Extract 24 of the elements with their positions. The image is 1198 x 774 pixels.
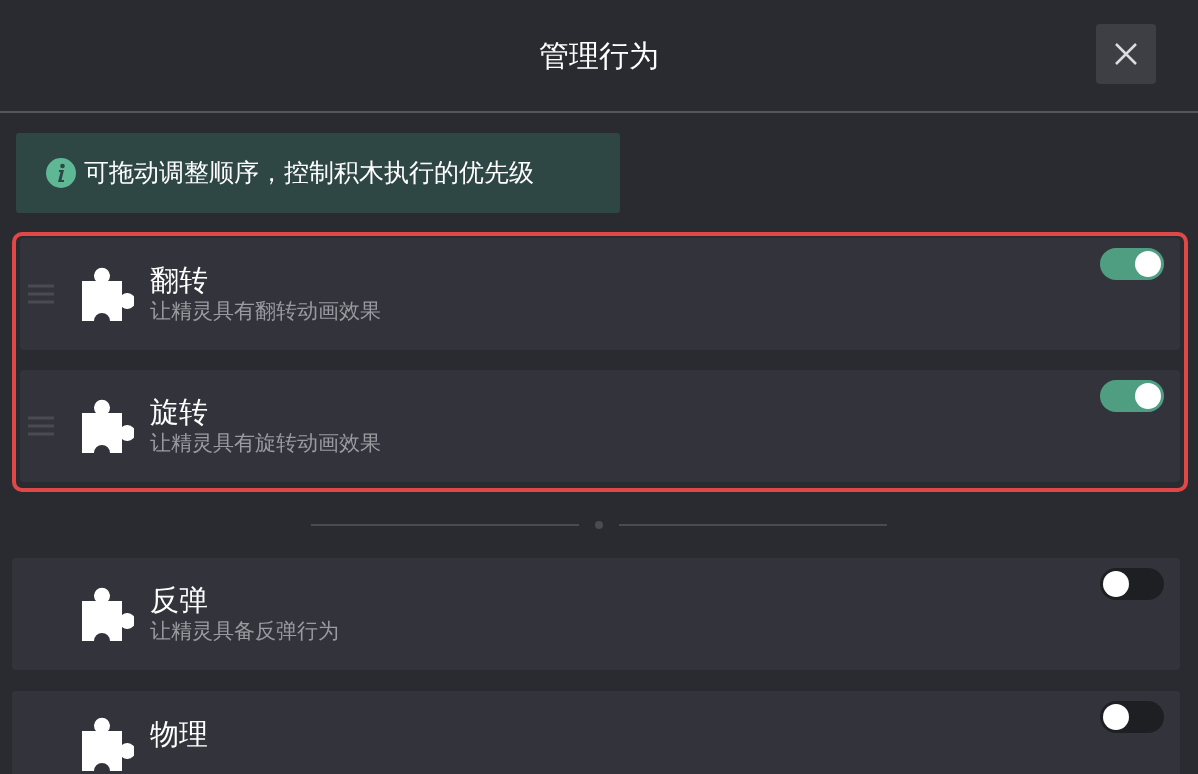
toggle-switch[interactable] (1100, 568, 1164, 600)
toggle-switch[interactable] (1100, 380, 1164, 412)
puzzle-icon (82, 399, 134, 453)
toggle-switch[interactable] (1100, 701, 1164, 733)
puzzle-icon (82, 717, 134, 771)
toggle-switch[interactable] (1100, 248, 1164, 280)
behavior-card[interactable]: 物理 (12, 691, 1180, 774)
behavior-name: 反弹 (150, 582, 209, 618)
behavior-card[interactable]: 旋转 让精灵具有旋转动画效果 (20, 370, 1180, 482)
notice-text: 可拖动调整顺序，控制积木执行的优先级 (84, 157, 534, 190)
behavior-name: 物理 (150, 717, 208, 752)
behavior-card[interactable]: 反弹 让精灵具备反弹行为 (12, 558, 1180, 670)
behavior-card[interactable]: 翻转 让精灵具有翻转动画效果 (20, 238, 1180, 350)
info-icon (46, 158, 76, 188)
puzzle-icon (82, 267, 134, 321)
close-icon (1114, 42, 1138, 66)
close-button[interactable] (1096, 24, 1156, 84)
dialog-title: 管理行为 (539, 37, 659, 75)
puzzle-icon (82, 587, 134, 641)
behavior-name: 旋转 (150, 394, 209, 430)
behavior-description: 让精灵具有旋转动画效果 (150, 429, 381, 457)
behavior-description: 让精灵具有翻转动画效果 (150, 297, 381, 325)
behavior-name: 翻转 (150, 262, 209, 298)
behavior-description: 让精灵具备反弹行为 (150, 617, 339, 645)
